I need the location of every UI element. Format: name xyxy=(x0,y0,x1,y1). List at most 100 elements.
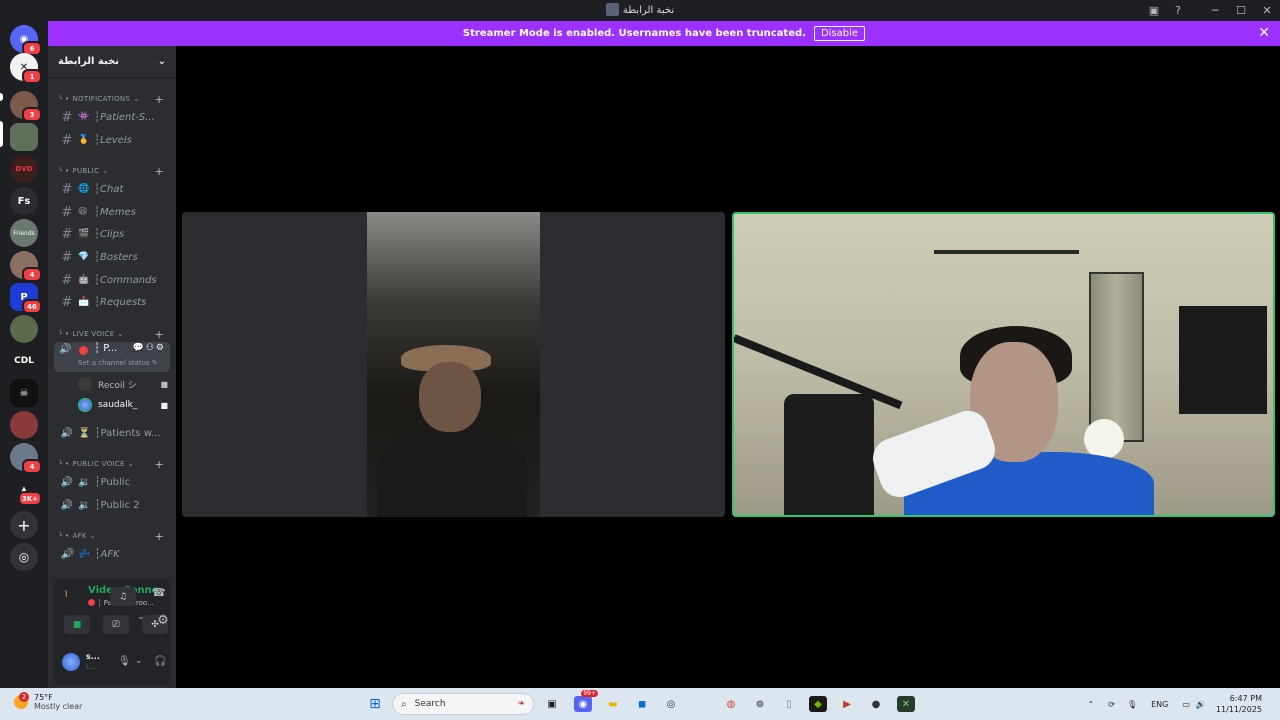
video-tile-speaking[interactable] xyxy=(732,212,1275,517)
user-settings-gear-icon[interactable]: ⚙ xyxy=(154,611,172,629)
channel-clips[interactable]: # 🎬 ┆ Clips xyxy=(56,224,172,244)
channel-commands[interactable]: # 🤖 ┆ Commands xyxy=(56,270,172,290)
maximize-button[interactable]: ☐ xyxy=(1228,0,1254,21)
server-icon-1[interactable]: ✕ 1 xyxy=(10,53,42,84)
server-icon-13[interactable]: 4 xyxy=(10,443,42,474)
file-explorer-icon[interactable]: ▬ xyxy=(604,696,622,712)
disconnect-icon[interactable]: ☎ xyxy=(152,586,166,599)
sync-icon[interactable]: ⟳ xyxy=(1108,700,1115,709)
gear-icon[interactable]: ⚙ xyxy=(156,343,166,353)
laugh-emoji-icon: 😆 xyxy=(78,207,88,217)
channel-requests[interactable]: # 📩 ┆ Requests xyxy=(56,292,172,312)
server-icon-fs[interactable]: Fs xyxy=(10,187,38,215)
channel-chat[interactable]: # 🌐 ┆ Chat xyxy=(56,179,172,199)
show-desktop-button[interactable] xyxy=(1274,688,1280,720)
video-tile[interactable] xyxy=(182,212,725,517)
help-icon[interactable]: ? xyxy=(1166,0,1190,21)
window-titlebar: نخبة الرابطة ▣ ? ─ ☐ ✕ xyxy=(0,0,1280,21)
active-voice-channel[interactable]: 🔊 ┆ P... 💬⚇⚙ Set a channel status ✎ xyxy=(54,342,170,372)
hash-icon: # xyxy=(61,132,73,148)
category-notifications[interactable]: ╰ • NOTIFICATIONS ⌄ + xyxy=(58,93,168,106)
server-icon-4[interactable]: DVD xyxy=(10,155,38,183)
hourglass-icon: ⏳ xyxy=(78,427,91,439)
server-icon-cdl[interactable]: CDL xyxy=(10,347,38,375)
category-live-voice[interactable]: ╰ • LIVE VOICE ⌄ + xyxy=(58,328,168,341)
server-name: نخبة الرابطة xyxy=(58,56,119,67)
avatar[interactable] xyxy=(62,653,80,671)
document-icon[interactable]: ▯ xyxy=(780,696,798,712)
avatar xyxy=(78,377,92,391)
chevron-up-icon[interactable]: ⌃ xyxy=(1088,700,1095,709)
inbox-icon[interactable]: ▣ xyxy=(1142,0,1166,21)
windows-start-icon[interactable]: ⊞ xyxy=(366,696,384,712)
app-icon[interactable]: ⊚ xyxy=(751,696,769,712)
language-indicator[interactable]: ENG xyxy=(1151,700,1168,709)
headphones-icon[interactable]: 🎧 xyxy=(154,656,166,667)
disable-streamer-mode-button[interactable]: Disable xyxy=(813,26,866,41)
category-afk[interactable]: ╰ • AFK ⌄ + xyxy=(58,530,168,543)
screen-share-button[interactable]: ⎚ xyxy=(103,615,129,634)
server-icon-11[interactable]: ☠ xyxy=(10,379,38,407)
voice-channel-afk[interactable]: 🔊 💤 ┆ AFK xyxy=(56,544,172,564)
microphone-icon[interactable]: 🎙 xyxy=(1127,700,1137,709)
voice-channel-public-2[interactable]: 🔊 🔉 ┆ Public 2 xyxy=(56,495,172,515)
soundboard-button[interactable]: ♫ xyxy=(110,587,136,606)
create-channel-icon[interactable]: + xyxy=(154,93,164,106)
chrome-icon[interactable]: ◍ xyxy=(722,696,740,712)
film-emoji-icon: 🎬 xyxy=(78,229,90,239)
network-icon[interactable]: ▭ xyxy=(1182,700,1190,709)
channel-levels[interactable]: # 🥇 ┆ Levels xyxy=(56,130,172,150)
create-channel-icon[interactable]: + xyxy=(154,458,164,471)
voice-channel-waiting[interactable]: 🔊 ⏳ ┆ Patients w... xyxy=(56,423,172,443)
store-icon[interactable]: ◼ xyxy=(633,696,651,712)
home-button[interactable]: ◉ 6 xyxy=(10,25,42,56)
chevron-down-icon[interactable]: ⌄ xyxy=(135,656,143,666)
server-icon-8[interactable]: P 46 xyxy=(10,283,42,314)
steam-icon[interactable]: ◎ xyxy=(662,696,680,712)
weather-widget[interactable]: 2 75°F Mostly clear xyxy=(14,692,82,711)
media-player-icon[interactable]: ▶ xyxy=(838,696,856,712)
category-public-voice[interactable]: ╰ • PUBLIC VOICE ⌄ + xyxy=(58,458,168,471)
chevron-down-icon[interactable]: ⌄ xyxy=(137,612,145,622)
discover-icon[interactable]: ◎ xyxy=(10,543,38,571)
microphone-icon[interactable]: 🎙 xyxy=(118,656,131,667)
speaker-emoji-icon: 🔉 xyxy=(78,499,91,511)
date: 11/11/2025 xyxy=(1215,705,1262,714)
signal-icon[interactable]: ⌇ xyxy=(64,590,68,600)
close-window-button[interactable]: ✕ xyxy=(1254,0,1280,21)
boost-emoji-icon: 💎 xyxy=(78,252,90,262)
create-channel-icon[interactable]: + xyxy=(154,530,164,543)
voice-user[interactable]: saudalk_ ■ xyxy=(78,396,168,414)
server-icon-9[interactable] xyxy=(10,315,38,343)
create-channel-icon[interactable]: + xyxy=(154,165,164,178)
chat-bubble-icon[interactable]: 💬 xyxy=(133,343,146,353)
add-member-icon[interactable]: ⚇ xyxy=(146,343,156,353)
server-icon-current[interactable] xyxy=(10,123,38,151)
task-view-icon[interactable]: ▣ xyxy=(543,696,561,712)
server-icon-14[interactable]: ▲ 3K+ xyxy=(10,475,42,506)
add-server-icon[interactable]: + xyxy=(10,511,38,539)
channel-status-hint: Set a channel status xyxy=(78,359,150,367)
create-channel-icon[interactable]: + xyxy=(154,328,164,341)
channel-patient[interactable]: # 👾 ┆ Patient-S... xyxy=(56,107,172,127)
terminal-icon[interactable]: ✕ xyxy=(897,696,915,712)
server-icon-friends[interactable]: Friends xyxy=(10,219,38,247)
volume-icon[interactable]: 🔊 xyxy=(1196,700,1206,709)
clock[interactable]: 6:47 PM 11/11/2025 xyxy=(1216,693,1262,715)
camera-button[interactable]: ■ xyxy=(64,615,90,634)
app-icon[interactable]: ● xyxy=(867,696,885,712)
voice-user[interactable]: Recoil シ ■ xyxy=(78,375,168,393)
channel-memes[interactable]: # 😆 ┆ Memes xyxy=(56,202,172,222)
minimize-button[interactable]: ─ xyxy=(1202,0,1228,21)
server-icon-2[interactable]: 3 xyxy=(10,91,42,122)
channel-bosters[interactable]: # 💎 ┆ Bosters xyxy=(56,247,172,267)
discord-taskbar-icon[interactable]: ◉ 99+ xyxy=(574,690,598,712)
category-public[interactable]: ╰ • PUBLIC ⌄ + xyxy=(58,165,168,178)
nvidia-icon[interactable]: ◆ xyxy=(809,696,827,712)
close-banner-icon[interactable]: ✕ xyxy=(1258,25,1270,41)
server-icon-12[interactable] xyxy=(10,411,38,439)
voice-channel-public[interactable]: 🔊 🔉 ┆ Public xyxy=(56,472,172,492)
server-header[interactable]: نخبة الرابطة ⌄ xyxy=(48,46,176,78)
taskbar-search[interactable]: ⌕ Search ❧ xyxy=(392,693,534,715)
server-icon-7[interactable]: 4 xyxy=(10,251,42,282)
